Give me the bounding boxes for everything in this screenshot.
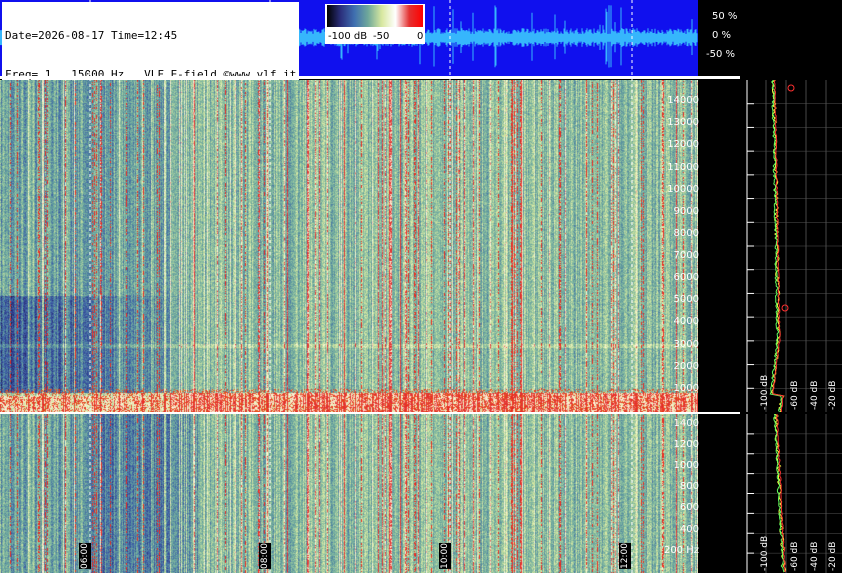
frequency-tick-label: 400	[679, 523, 699, 535]
frequency-tick-label: 8000	[673, 227, 699, 239]
spectrum-trace	[773, 414, 785, 573]
frequency-tick-label: 1000	[673, 382, 699, 394]
frequency-tick-label: 1200	[673, 438, 699, 450]
time-label: 12:00	[619, 543, 631, 569]
frequency-tick-label: 11000	[667, 161, 699, 173]
db-tick-label: -100 dB	[760, 535, 770, 571]
frequency-tick-label: 600	[679, 502, 699, 514]
frequency-tick-label: 4000	[673, 316, 699, 328]
frequency-tick-label: 3000	[673, 338, 699, 350]
db-tick-label: -20 dB	[828, 541, 838, 571]
frequency-tick-label: 200 Hz	[663, 544, 699, 556]
spectrum-profile-upper	[746, 80, 842, 412]
db-tick-label: -40 dB	[810, 380, 820, 410]
frequency-tick-label: 7000	[673, 250, 699, 262]
db-tick-label: -60 dB	[790, 541, 800, 571]
db-tick-label: -20 dB	[828, 380, 838, 410]
waveform-label-minus50: -50 %	[706, 49, 736, 60]
frequency-tick-label: 1000	[673, 460, 699, 471]
time-marker-overlay	[89, 0, 633, 573]
db-tick-label: -100 dB	[760, 374, 770, 410]
time-label: 08:00	[259, 543, 271, 569]
frequency-tick-label: 2000	[673, 360, 699, 372]
peak-marker	[787, 84, 795, 92]
waveform-label-50: 50 %	[712, 11, 738, 22]
frequency-tick-label: 12000	[667, 139, 699, 151]
frequency-tick-label: 14000	[667, 95, 699, 107]
vlf-spectrogram-display: Date=2026-08-17 Time=12:45 Freq= 1...150…	[0, 0, 842, 573]
frequency-tick-label: 800	[679, 481, 699, 493]
frequency-tick-label: 5000	[673, 294, 699, 306]
frequency-tick-label: 6000	[673, 272, 699, 284]
db-tick-label: -60 dB	[790, 380, 800, 410]
time-label: 06:00	[79, 543, 91, 569]
db-tick-label: -40 dB	[810, 541, 820, 571]
frequency-tick-label: 13000	[667, 117, 699, 129]
frequency-tick-label: 1400	[673, 417, 699, 429]
frequency-tick-label: 9000	[673, 205, 699, 217]
waveform-label-0: 0 %	[712, 30, 732, 41]
time-label: 10:00	[439, 543, 451, 569]
peak-marker	[781, 304, 789, 312]
frequency-tick-label: 10000	[667, 183, 699, 195]
